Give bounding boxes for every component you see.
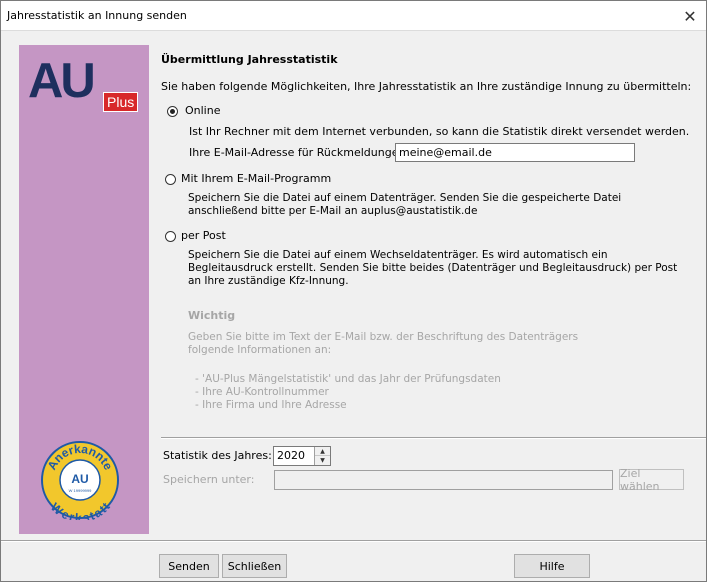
important-item: - Ihre Firma und Ihre Adresse: [195, 399, 347, 411]
section-divider: [161, 437, 706, 439]
intro-text: Sie haben folgende Möglichkeiten, Ihre J…: [161, 80, 692, 93]
radio-email-program-label[interactable]: Mit Ihrem E-Mail-Programm: [181, 172, 331, 185]
important-title: Wichtig: [188, 309, 236, 322]
radio-online[interactable]: [167, 106, 178, 117]
radio-post-label: per Post: [181, 229, 226, 242]
certified-workshop-seal: Anerkannte Werkstatt AU W 19999999: [41, 441, 119, 520]
help-button[interactable]: Hilfe: [514, 554, 590, 578]
close-icon[interactable]: ✕: [674, 1, 706, 31]
email-program-description: Speichern Sie die Datei auf einem Datent…: [188, 192, 622, 217]
au-plus-logo: AU Plus: [26, 55, 146, 115]
choose-target-button[interactable]: Ziel wählen: [619, 467, 684, 493]
save-as-label: Speichern unter:: [163, 473, 255, 486]
send-button[interactable]: Senden: [159, 554, 219, 578]
footer-divider: [1, 540, 706, 542]
window-title: Jahresstatistik an Innung senden: [7, 9, 187, 22]
spin-down-icon[interactable]: ▼: [315, 456, 330, 465]
logo-plus-badge: Plus: [103, 92, 139, 112]
spin-up-icon[interactable]: ▲: [315, 447, 330, 456]
content-panel: Übermittlung Jahresstatistik Sie haben f…: [149, 45, 706, 534]
dialog-window: Jahresstatistik an Innung senden ✕ AU Pl…: [0, 0, 707, 582]
post-description: Speichern Sie die Datei auf einem Wechse…: [188, 249, 678, 287]
email-field-label: Ihre E-Mail-Adresse für Rückmeldungen:: [189, 146, 410, 159]
year-label: Statistik des Jahres:: [163, 449, 272, 462]
year-stepper-buttons: ▲ ▼: [314, 447, 330, 465]
svg-text:AU: AU: [71, 472, 88, 486]
title-bar: Jahresstatistik an Innung senden ✕: [1, 1, 706, 31]
year-stepper[interactable]: 2020 ▲ ▼: [273, 446, 331, 466]
page-heading: Übermittlung Jahresstatistik: [161, 53, 338, 66]
radio-online-label[interactable]: Online: [185, 104, 220, 117]
online-description: Ist Ihr Rechner mit dem Internet verbund…: [189, 125, 690, 138]
sidebar-banner: AU Plus Anerkannte Werkstatt AU W 199999…: [19, 45, 149, 534]
email-field[interactable]: [395, 143, 635, 162]
important-text: Geben Sie bitte im Text der E-Mail bzw. …: [188, 331, 579, 356]
logo-au-text: AU: [28, 54, 96, 108]
radio-email-program[interactable]: [165, 174, 176, 185]
radio-post[interactable]: [165, 231, 176, 242]
svg-text:W 19999999: W 19999999: [69, 488, 92, 493]
important-item: - Ihre AU-Kontrollnummer: [195, 386, 329, 398]
save-path-field[interactable]: [274, 470, 613, 490]
important-item: - 'AU-Plus Mängelstatistik' und das Jahr…: [195, 373, 501, 385]
close-button[interactable]: Schließen: [222, 554, 287, 578]
year-value: 2020: [277, 449, 305, 462]
